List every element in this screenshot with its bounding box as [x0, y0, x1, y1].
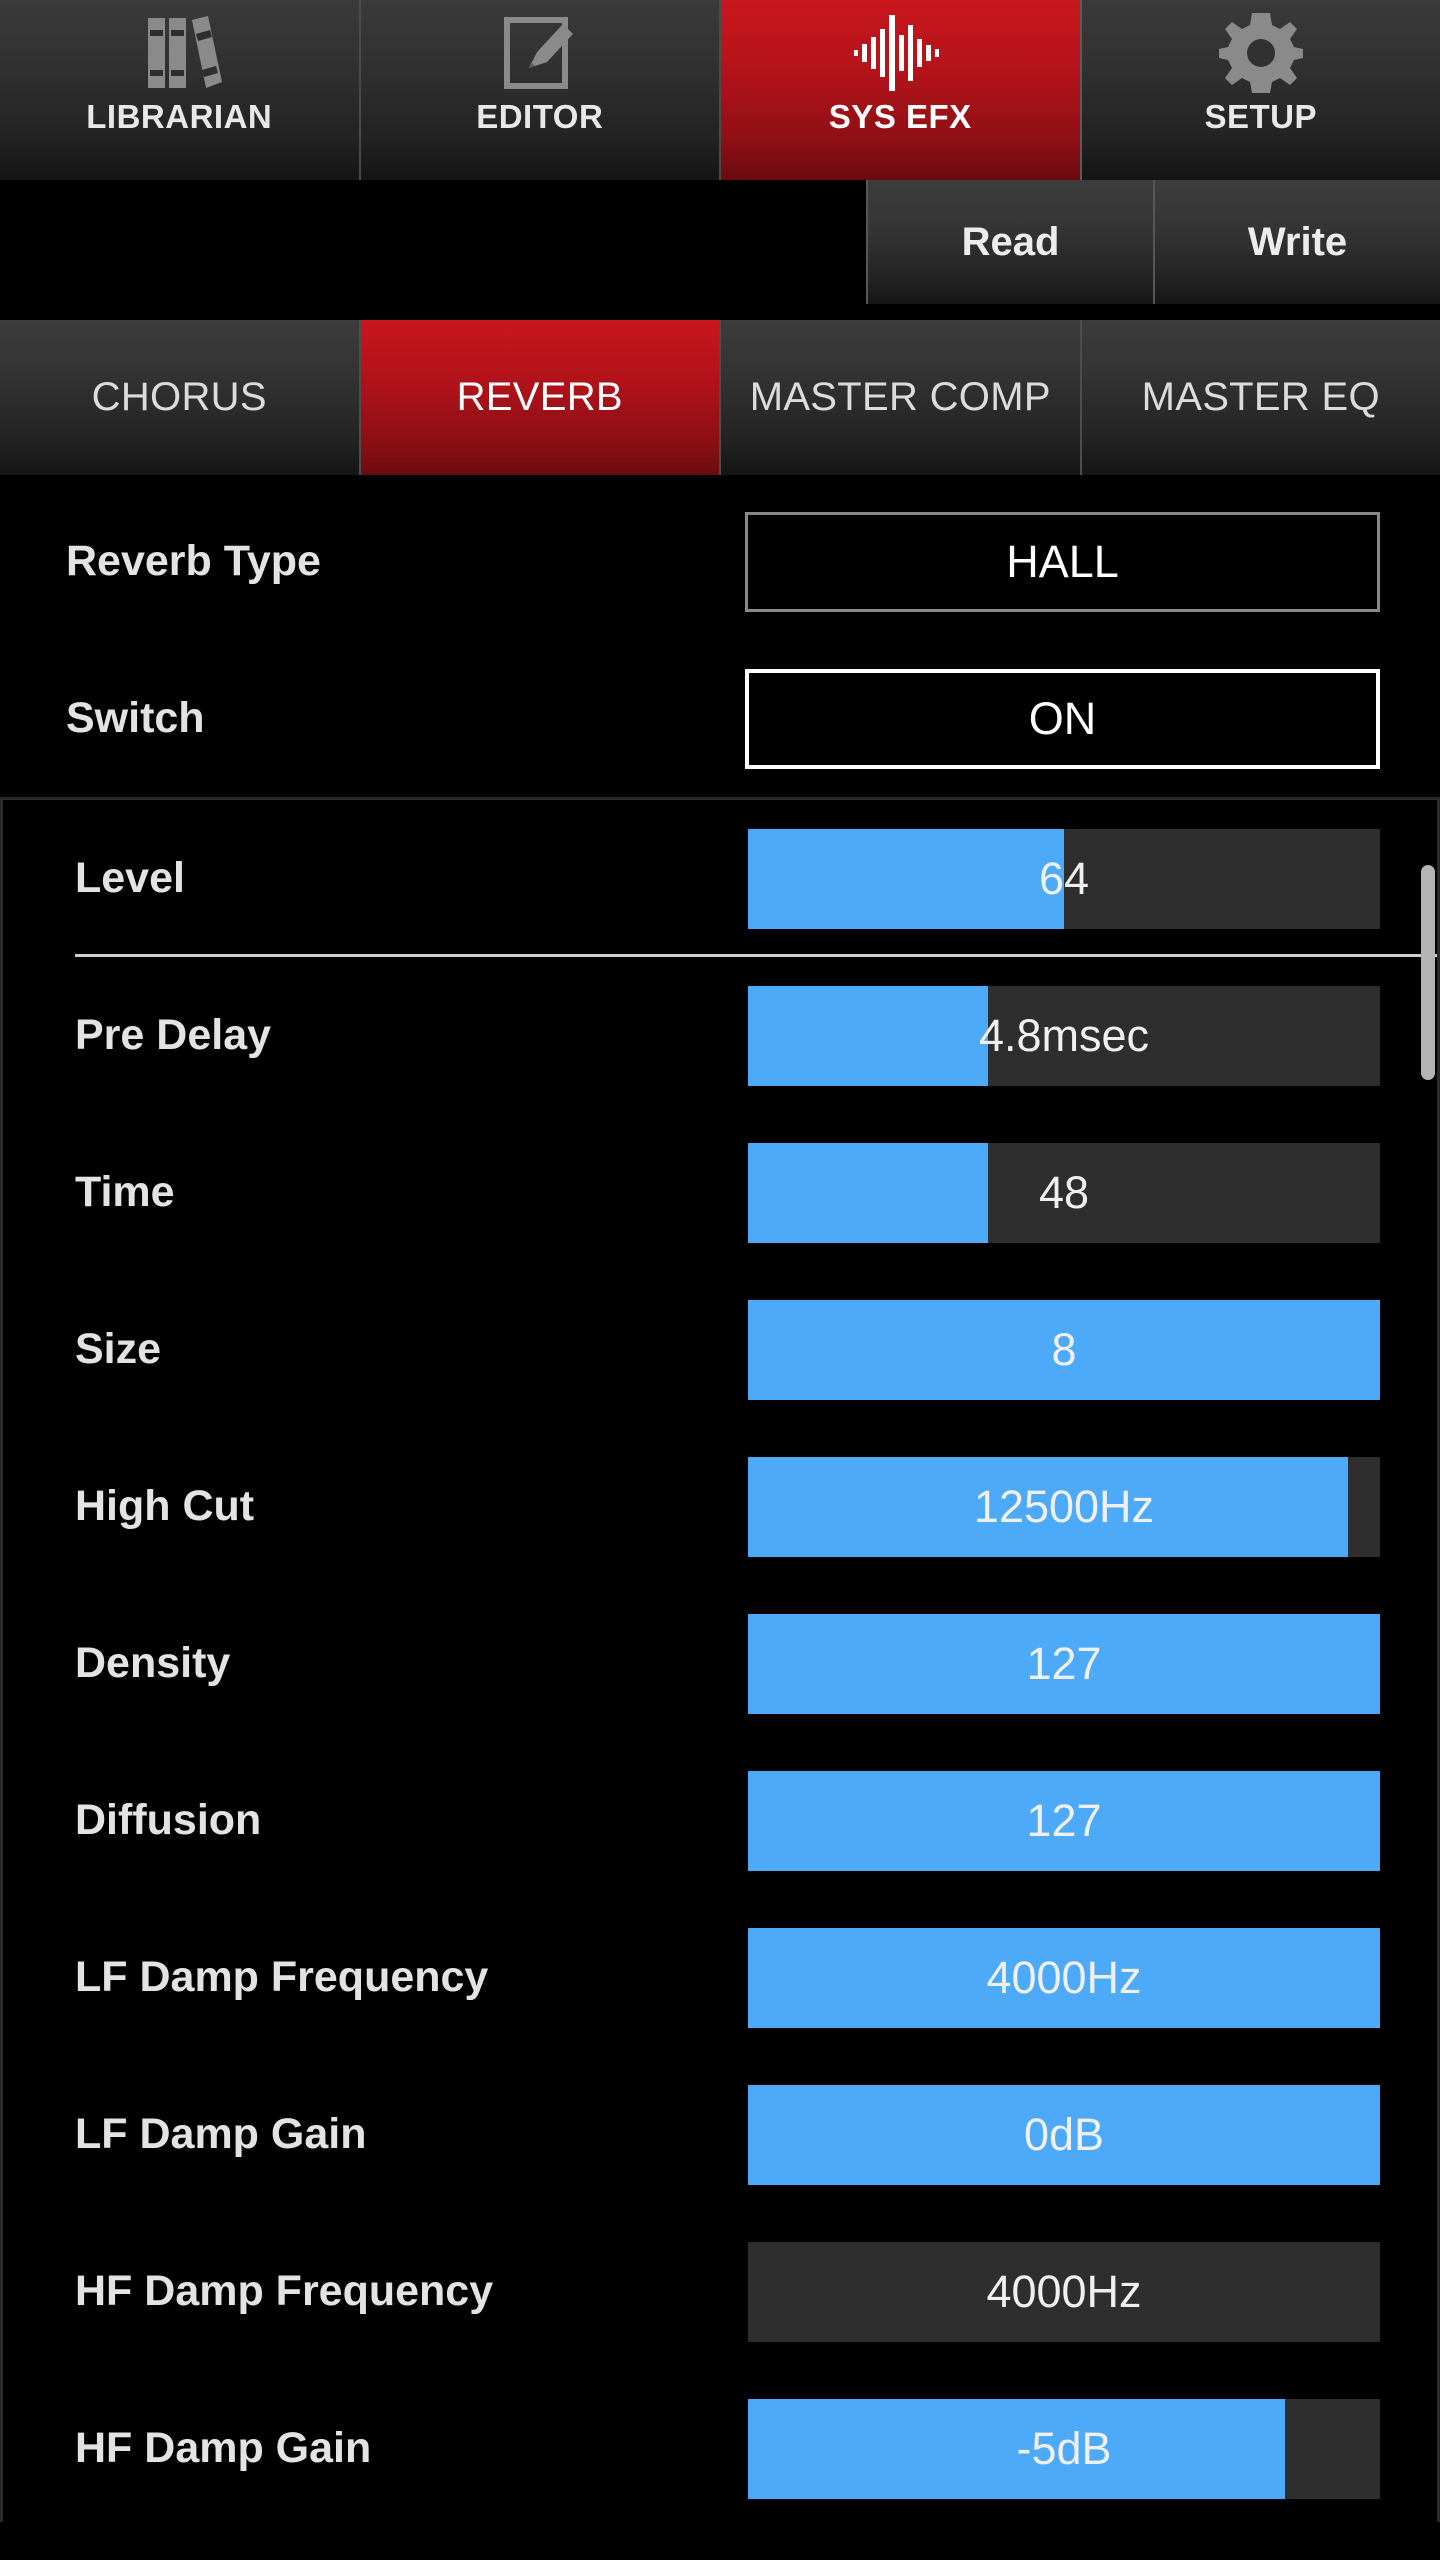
- parameter-label: Switch: [66, 694, 205, 742]
- parameter-slider[interactable]: 4000Hz: [748, 1927, 1380, 2028]
- parameter-label: Time: [75, 1168, 175, 1216]
- parameter-value: 12500Hz: [973, 1480, 1155, 1532]
- parameter-value: 0dB: [1023, 2108, 1105, 2160]
- parameter-row-reverb-type: Reverb Type HALL: [0, 483, 1440, 640]
- parameter-scroll-area[interactable]: Level 64 Pre Delay 4.8msec Time 48 Size 8 High C…: [0, 797, 1440, 2522]
- parameter-row: Level 64: [3, 800, 1437, 957]
- nav-tab-label: SETUP: [1204, 98, 1318, 135]
- parameter-value: 4.8msec: [978, 1009, 1150, 1061]
- parameter-slider[interactable]: 48: [748, 1142, 1380, 1243]
- parameter-value: 48: [1038, 1166, 1090, 1218]
- parameter-value: 4000Hz: [986, 1951, 1142, 2003]
- parameter-slider[interactable]: -5dB: [748, 2398, 1380, 2499]
- parameter-row: Diffusion 127: [3, 1742, 1437, 1899]
- parameter-value: 64: [1038, 852, 1090, 904]
- subtab-master-comp[interactable]: MASTER COMP: [721, 320, 1082, 475]
- parameter-slider[interactable]: 12500Hz: [748, 1456, 1380, 1557]
- books-icon: [136, 0, 223, 100]
- nav-tab-sys-efx[interactable]: SYS EFX: [721, 0, 1082, 180]
- nav-tab-label: SYS EFX: [828, 98, 972, 135]
- switch-toggle[interactable]: ON: [745, 668, 1380, 769]
- write-button[interactable]: Write: [1153, 180, 1440, 304]
- parameter-slider[interactable]: 4000Hz: [748, 2241, 1380, 2342]
- parameter-label: High Cut: [75, 1482, 255, 1530]
- top-navigation-bar: LIBRARIAN EDITOR SYS EFX SETUP: [0, 0, 1440, 180]
- nav-tab-label: EDITOR: [476, 98, 604, 135]
- parameter-label: Diffusion: [75, 1796, 262, 1844]
- reverb-type-selector[interactable]: HALL: [745, 511, 1380, 612]
- parameter-row: HF Damp Frequency 4000Hz: [3, 2213, 1437, 2370]
- nav-tab-setup[interactable]: SETUP: [1081, 0, 1440, 180]
- parameter-label: Pre Delay: [75, 1011, 272, 1059]
- parameter-row: LF Damp Frequency 4000Hz: [3, 1899, 1437, 2056]
- nav-tab-editor[interactable]: EDITOR: [360, 0, 721, 180]
- parameter-label: HF Damp Gain: [75, 2424, 372, 2472]
- nav-tab-librarian[interactable]: LIBRARIAN: [0, 0, 361, 180]
- parameter-row: Time 48: [3, 1114, 1437, 1271]
- subtab-chorus[interactable]: CHORUS: [0, 320, 361, 475]
- parameter-value: 127: [1026, 1794, 1102, 1846]
- parameter-label: Density: [75, 1639, 231, 1687]
- parameter-slider[interactable]: 127: [748, 1613, 1380, 1714]
- parameter-value: 4000Hz: [986, 2265, 1142, 2317]
- sys-efx-reverb-screen: LIBRARIAN EDITOR SYS EFX SETUP Read Writ…: [0, 0, 1440, 2560]
- parameter-row: High Cut 12500Hz: [3, 1428, 1437, 1585]
- nav-tab-label: LIBRARIAN: [86, 98, 273, 135]
- parameter-label: HF Damp Frequency: [75, 2267, 494, 2315]
- pencil-edit-icon: [499, 0, 581, 100]
- parameter-row-switch: Switch ON: [0, 640, 1440, 797]
- parameter-label: Level: [75, 854, 185, 902]
- vertical-scrollbar-thumb[interactable]: [1421, 865, 1435, 1080]
- parameter-list: Level 64 Pre Delay 4.8msec Time 48 Size 8 High C…: [3, 800, 1437, 2522]
- parameter-value: -5dB: [1016, 2422, 1112, 2474]
- parameter-label: LF Damp Frequency: [75, 1953, 489, 2001]
- parameter-slider[interactable]: 64: [748, 828, 1380, 929]
- subtab-reverb[interactable]: REVERB: [360, 320, 721, 475]
- subtab-master-eq[interactable]: MASTER EQ: [1081, 320, 1440, 475]
- read-button[interactable]: Read: [866, 180, 1153, 304]
- fixed-parameter-area: Reverb Type HALL Switch ON: [0, 475, 1440, 797]
- parameter-row: Size 8: [3, 1271, 1437, 1428]
- parameter-slider[interactable]: 127: [748, 1770, 1380, 1871]
- parameter-value: 127: [1026, 1637, 1102, 1689]
- parameter-slider[interactable]: 4.8msec: [748, 985, 1380, 1086]
- gear-icon: [1218, 0, 1303, 100]
- parameter-label: Reverb Type: [66, 537, 321, 585]
- parameter-label: LF Damp Gain: [75, 2110, 367, 2158]
- read-write-bar: Read Write: [0, 180, 1440, 320]
- waveform-icon: [852, 0, 948, 100]
- parameter-row: Density 127: [3, 1585, 1437, 1742]
- effect-subtab-bar: CHORUS REVERB MASTER COMP MASTER EQ: [0, 320, 1440, 475]
- parameter-slider[interactable]: 8: [748, 1299, 1380, 1400]
- parameter-row: LF Damp Gain 0dB: [3, 2056, 1437, 2213]
- parameter-slider[interactable]: 0dB: [748, 2084, 1380, 2185]
- parameter-value: 8: [1051, 1323, 1077, 1375]
- parameter-row: HF Damp Gain -5dB: [3, 2370, 1437, 2522]
- parameter-label: Size: [75, 1325, 162, 1373]
- parameter-row: Pre Delay 4.8msec: [3, 957, 1437, 1114]
